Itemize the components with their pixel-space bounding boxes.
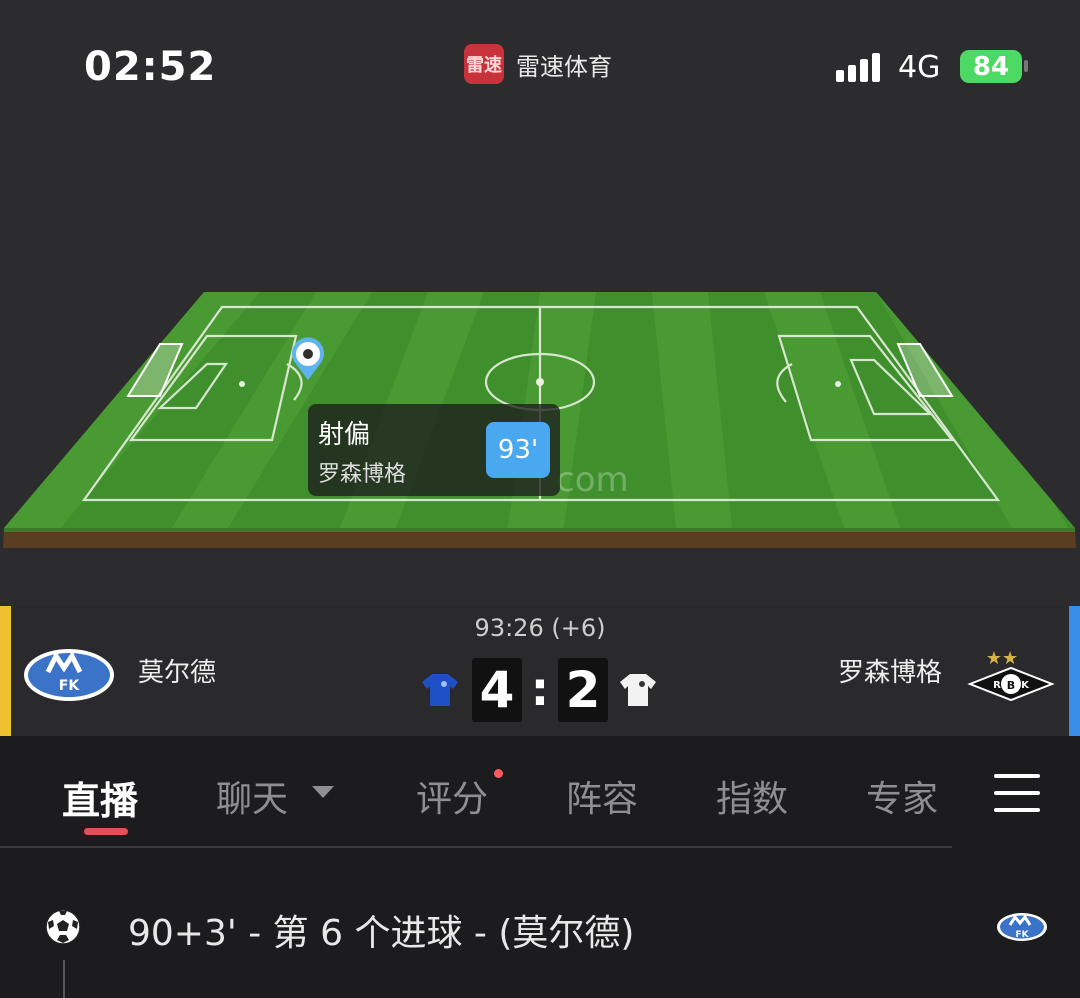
timeline-connector bbox=[63, 960, 65, 998]
timeline-event-text[interactable]: 90+3' - 第 6 个进球 - (莫尔德) bbox=[128, 904, 634, 956]
match-clock: 93:26 (+6) bbox=[474, 614, 606, 642]
home-team-logo-icon[interactable]: FK bbox=[22, 646, 116, 704]
notification-dot bbox=[494, 769, 503, 778]
tab-lineups[interactable]: 阵容 bbox=[566, 770, 638, 822]
tab-live[interactable]: 直播 bbox=[62, 770, 138, 825]
scoreboard: 4 : 2 bbox=[420, 658, 660, 724]
svg-text:★★: ★★ bbox=[986, 648, 1018, 669]
away-score: 2 bbox=[558, 658, 608, 722]
signal-icon bbox=[836, 52, 880, 82]
home-kit-icon bbox=[422, 674, 458, 706]
svg-text:FK: FK bbox=[59, 678, 81, 694]
away-team-logo-icon[interactable]: ★★ B R K bbox=[966, 642, 1056, 706]
event-popup[interactable]: 射偏 罗森博格 93' bbox=[308, 404, 560, 496]
battery-icon: 84 bbox=[960, 50, 1022, 83]
tab-bar: 直播 聊天 评分 阵容 指数 专家 bbox=[0, 736, 1080, 848]
status-bar: 02:52 雷速 雷速体育 4G 84 bbox=[0, 0, 1080, 130]
score-separator: : bbox=[530, 662, 550, 716]
watermark: com bbox=[556, 460, 629, 500]
event-minute-badge: 93' bbox=[486, 422, 550, 478]
battery-level: 84 bbox=[972, 51, 1010, 82]
app-logo: 雷速 bbox=[464, 44, 504, 84]
event-type: 射偏 bbox=[318, 420, 371, 450]
away-team-name[interactable]: 罗森博格 bbox=[838, 652, 942, 689]
tab-odds[interactable]: 指数 bbox=[716, 770, 788, 822]
home-team-name[interactable]: 莫尔德 bbox=[138, 652, 216, 689]
svg-text:FK: FK bbox=[1015, 930, 1029, 940]
tab-ratings[interactable]: 评分 bbox=[416, 770, 488, 822]
svg-text:B: B bbox=[1007, 679, 1015, 692]
chevron-down-icon[interactable] bbox=[312, 786, 334, 798]
svg-text:R: R bbox=[993, 680, 1001, 691]
score-bar: FK 莫尔德 93:26 (+6) 4 : 2 罗森博格 ★★ B R K bbox=[0, 606, 1080, 736]
tab-experts[interactable]: 专家 bbox=[866, 770, 938, 822]
live-timeline: 90+3' - 第 6 个进球 - (莫尔德) FK bbox=[0, 848, 1080, 998]
event-team: 罗森博格 bbox=[318, 462, 407, 487]
menu-icon[interactable] bbox=[994, 774, 1040, 812]
app-indicator: 雷速 雷速体育 bbox=[464, 44, 612, 84]
svg-text:K: K bbox=[1021, 680, 1030, 691]
tab-chat[interactable]: 聊天 bbox=[216, 770, 288, 822]
home-team-mini-logo-icon: FK bbox=[997, 913, 1047, 941]
network-type: 4G bbox=[898, 50, 941, 85]
away-kit-icon bbox=[620, 674, 656, 706]
soccer-ball-icon bbox=[45, 909, 81, 945]
active-tab-indicator bbox=[84, 828, 128, 835]
status-time: 02:52 bbox=[84, 44, 217, 90]
battery-tip bbox=[1024, 60, 1028, 72]
shot-location-marker-icon bbox=[292, 337, 324, 380]
app-name: 雷速体育 bbox=[516, 52, 612, 81]
home-score: 4 bbox=[472, 658, 522, 722]
